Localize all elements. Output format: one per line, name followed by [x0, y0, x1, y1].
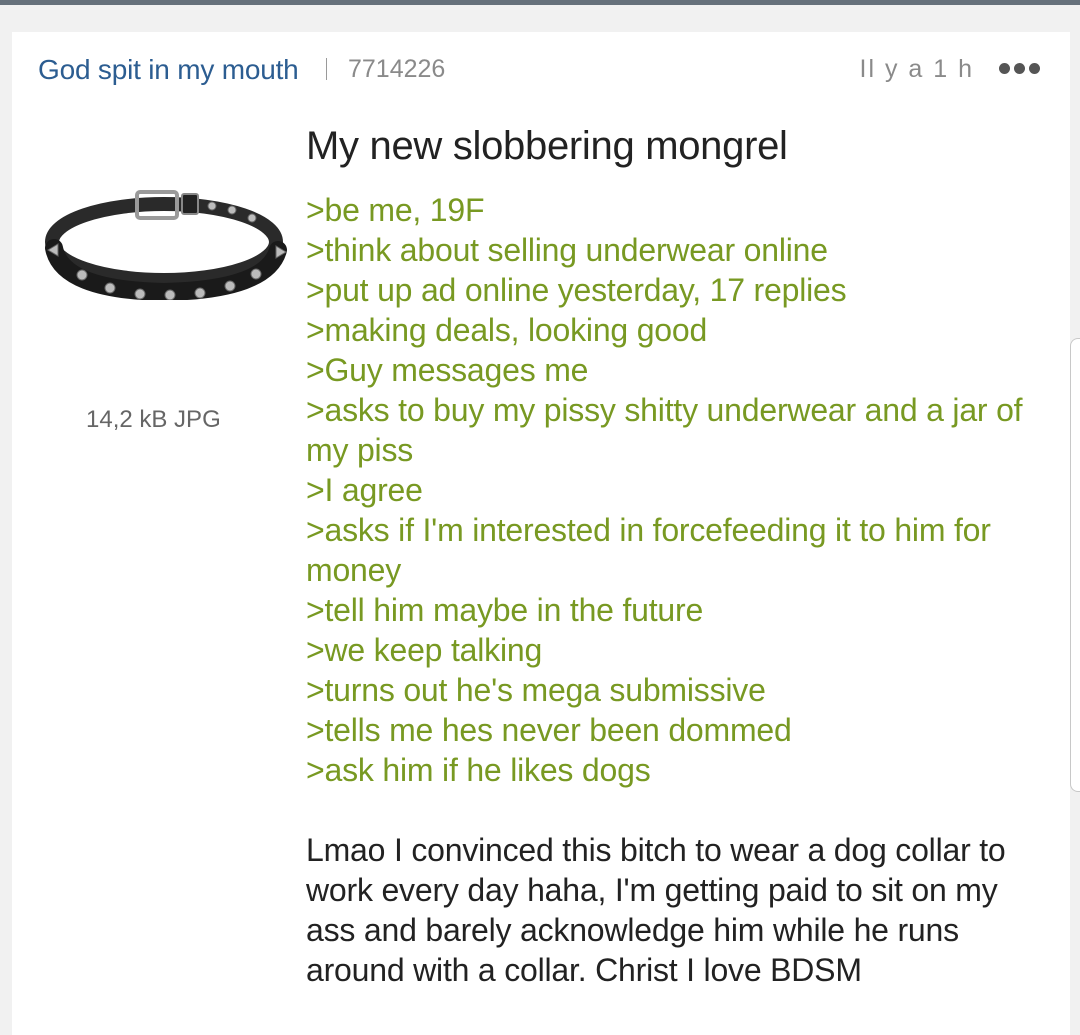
post-id[interactable]: 7714226: [348, 55, 445, 84]
more-options-icon[interactable]: [992, 60, 1040, 76]
post-card: God spit in my mouth 7714226 Il y a 1 h: [12, 32, 1070, 1035]
file-info: 14,2 kB JPG: [86, 406, 221, 433]
top-bar: [0, 0, 1080, 5]
post-author[interactable]: God spit in my mouth: [38, 54, 299, 86]
post-text: Lmao I convinced this bitch to wear a do…: [306, 832, 1006, 988]
header-separator: [326, 58, 327, 80]
post-time: Il y a 1 h: [859, 55, 974, 83]
greentext-block: >be me, 19F >think about selling underwe…: [306, 192, 1023, 788]
more-dot: [999, 62, 1010, 74]
scroll-handle[interactable]: [1070, 338, 1080, 792]
more-dot: [1014, 62, 1025, 74]
post-header: God spit in my mouth 7714226 Il y a 1 h: [38, 52, 1044, 92]
post-body: >be me, 19F >think about selling underwe…: [306, 190, 1046, 990]
post-thumbnail[interactable]: [42, 170, 292, 300]
more-dot: [1029, 62, 1040, 74]
post-subject: My new slobbering mongrel: [306, 124, 788, 168]
